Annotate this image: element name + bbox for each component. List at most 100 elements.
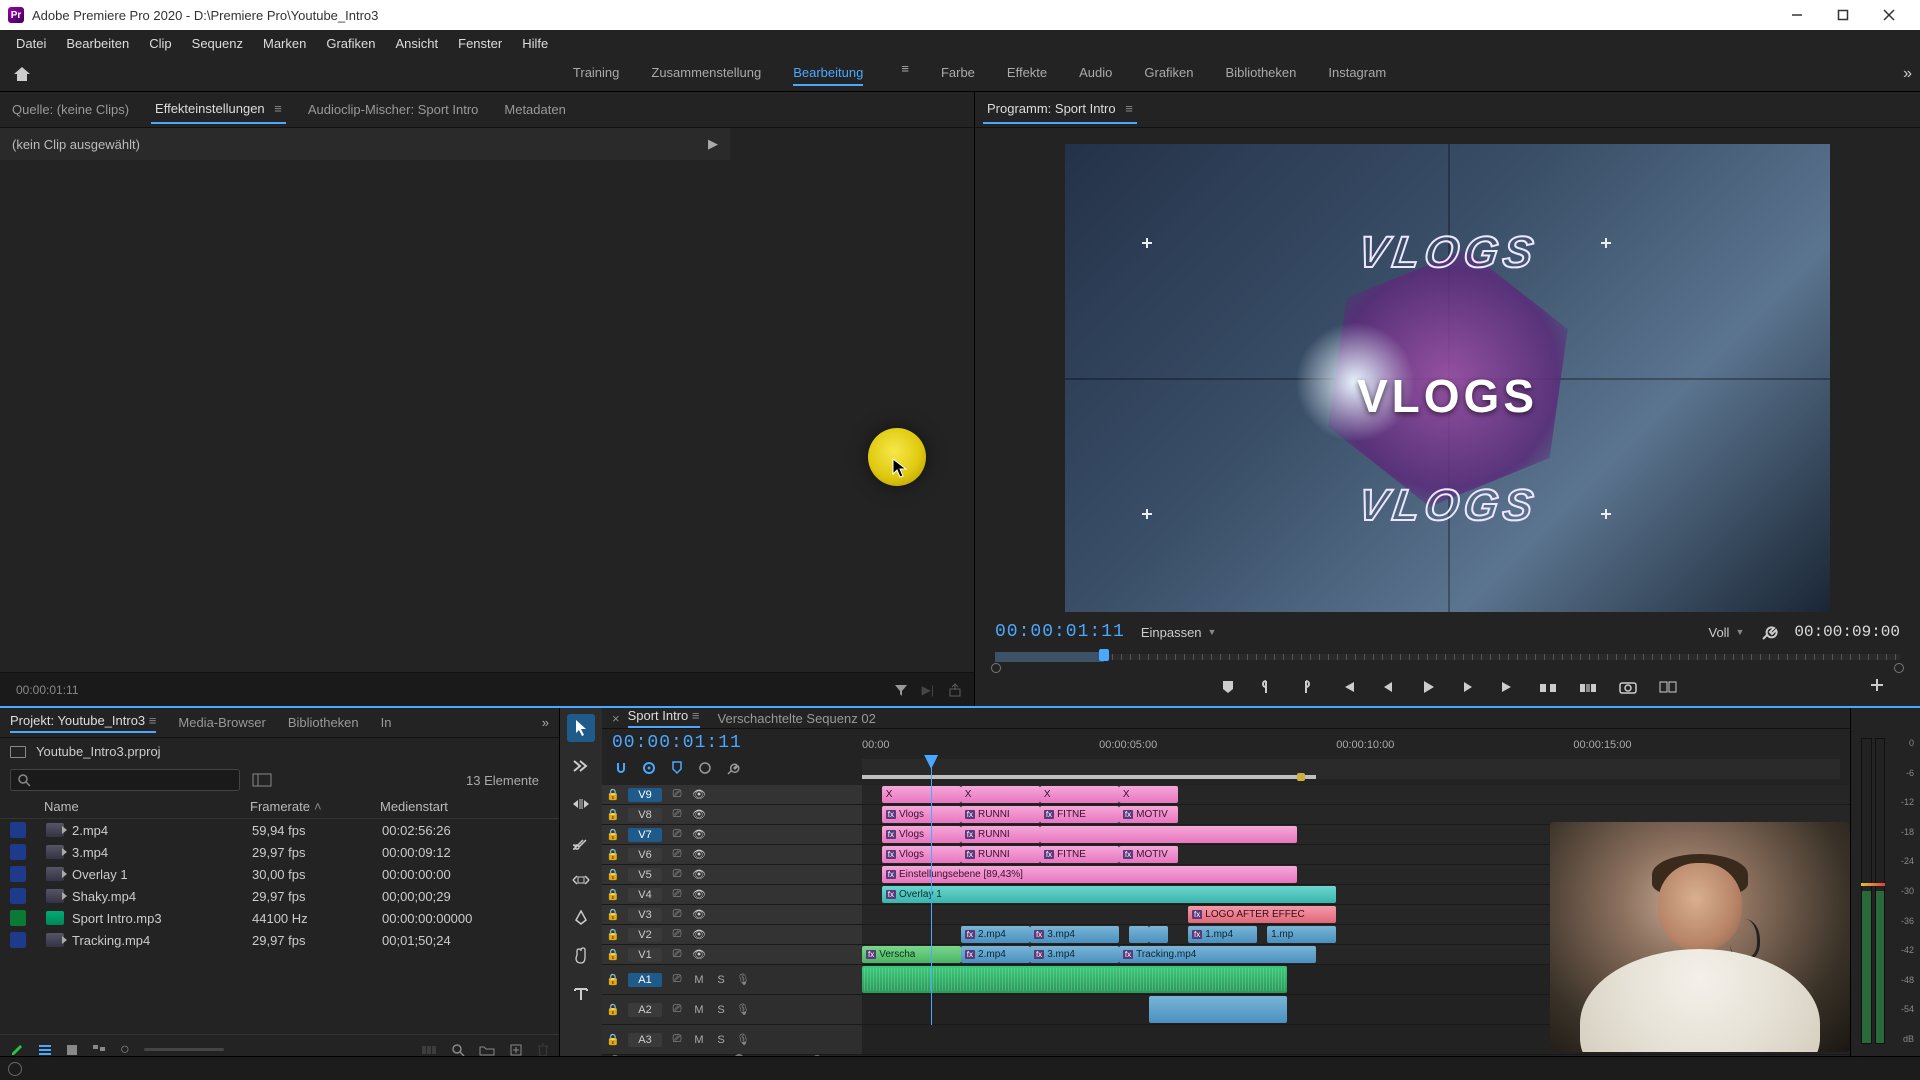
track-label[interactable]: V1 (628, 948, 662, 962)
work-area-end-handle[interactable] (1297, 773, 1305, 781)
workspace-training[interactable]: Training (573, 61, 619, 86)
tab-media-browser[interactable]: Media-Browser (178, 715, 265, 730)
sync-lock-icon[interactable]: ⎚ (666, 868, 688, 881)
timeline-clip[interactable]: fxTracking.mp4 (1119, 946, 1317, 963)
timeline-clip[interactable]: fxVlogs (882, 806, 961, 823)
track-label[interactable]: V9 (628, 788, 662, 802)
voiceover-mic-icon[interactable]: 🎙 (732, 1003, 754, 1016)
sync-lock-icon[interactable]: ⎚ (666, 1033, 688, 1046)
track-select-tool-icon[interactable] (567, 752, 595, 780)
video-track-header[interactable]: 🔒 V1 ⎚ 👁 (602, 945, 862, 965)
mark-in-button[interactable] (1257, 676, 1279, 698)
menu-bearbeiten[interactable]: Bearbeiten (56, 33, 139, 54)
toggle-track-output-icon[interactable]: 👁 (688, 808, 710, 821)
column-mediastart[interactable]: Medienstart (380, 799, 549, 814)
settings-wrench-icon[interactable] (1760, 623, 1778, 641)
project-item-row[interactable]: Sport Intro.mp3 44100 Hz 00:00:00:00000 (0, 907, 559, 929)
project-item-row[interactable]: Overlay 1 30,00 fps 00:00:00:00 (0, 863, 559, 885)
timeline-clip[interactable]: X (1119, 786, 1178, 803)
workspace-bibliotheken[interactable]: Bibliotheken (1226, 61, 1297, 86)
timeline-clip[interactable]: X (1040, 786, 1119, 803)
go-to-out-button[interactable] (1497, 676, 1519, 698)
timeline-clip[interactable]: fx2.mp4 (961, 926, 1030, 943)
maximize-button[interactable] (1820, 0, 1866, 30)
timeline-clip[interactable]: X (882, 786, 961, 803)
minimize-button[interactable] (1774, 0, 1820, 30)
timeline-clip[interactable]: fxRUNNI (961, 826, 1040, 843)
find-icon[interactable] (451, 1043, 465, 1057)
sync-lock-icon[interactable]: ⎚ (666, 973, 688, 986)
timeline-clip[interactable]: fxVlogs (882, 826, 961, 843)
sync-lock-icon[interactable]: ⎚ (666, 888, 688, 901)
lock-icon[interactable]: 🔒 (602, 908, 624, 921)
sync-lock-icon[interactable]: ⎚ (666, 928, 688, 941)
timeline-clip[interactable]: fxMOTIV (1119, 806, 1178, 823)
timeline-clip[interactable]: fx2.mp4 (961, 946, 1030, 963)
lock-icon[interactable]: 🔒 (602, 1003, 624, 1016)
extract-button[interactable] (1577, 676, 1599, 698)
sync-lock-icon[interactable]: ⎚ (666, 1003, 688, 1016)
workspace-effekte[interactable]: Effekte (1007, 61, 1047, 86)
column-name[interactable]: Name (10, 799, 250, 814)
toggle-track-output-icon[interactable]: 👁 (688, 868, 710, 881)
tab-project[interactable]: Projekt: Youtube_Intro3 ≡ (10, 713, 156, 733)
timeline-wrench-icon[interactable] (724, 759, 742, 777)
timeline-clip[interactable]: fxOverlay 1 (882, 886, 1336, 903)
tab-program[interactable]: Programm: Sport Intro ≡ (983, 95, 1137, 124)
program-timecode-current[interactable]: 00:00:01:11 (995, 622, 1125, 642)
quality-dropdown[interactable]: Voll▼ (1708, 625, 1744, 640)
menu-hilfe[interactable]: Hilfe (512, 33, 558, 54)
expand-icon[interactable]: ▶ (708, 136, 718, 152)
comparison-view-button[interactable] (1657, 676, 1679, 698)
timeline-clip[interactable] (1149, 926, 1169, 943)
menu-marken[interactable]: Marken (253, 33, 316, 54)
pencil-icon[interactable] (10, 1043, 24, 1057)
project-item-row[interactable]: 2.mp4 59,94 fps 00:02:56:26 (0, 819, 559, 841)
track-label[interactable]: A2 (628, 1003, 662, 1017)
project-tabs-overflow-icon[interactable]: » (542, 715, 549, 730)
icon-view-icon[interactable] (66, 1044, 78, 1056)
toggle-track-output-icon[interactable]: 👁 (688, 848, 710, 861)
play-button[interactable] (1417, 676, 1439, 698)
timeline-settings-icon[interactable] (696, 759, 714, 777)
track-label[interactable]: V2 (628, 928, 662, 942)
ripple-edit-tool-icon[interactable] (567, 790, 595, 818)
step-back-button[interactable] (1377, 676, 1399, 698)
tab-sequence-sport-intro[interactable]: Sport Intro ≡ (628, 708, 700, 728)
timeline-clip[interactable]: fxEinstellungsebene [89,43%] (882, 866, 1297, 883)
close-sequence-icon[interactable]: × (612, 711, 620, 726)
audio-track-header[interactable]: 🔒 A2 ⎚ M S 🎙 (602, 995, 862, 1025)
timeline-clip[interactable]: fxVlogs (882, 846, 961, 863)
menu-datei[interactable]: Datei (6, 33, 56, 54)
trash-icon[interactable] (537, 1043, 549, 1057)
toggle-track-output-icon[interactable]: 👁 (688, 908, 710, 921)
snap-icon[interactable] (612, 759, 630, 777)
tab-source[interactable]: Quelle: (keine Clips) (8, 96, 133, 123)
workspace-overflow-icon[interactable]: » (1903, 65, 1912, 83)
timeline-clip[interactable]: fxRUNNI (961, 806, 1040, 823)
timeline-clip[interactable]: fx1.mp4 (1188, 926, 1257, 943)
solo-button[interactable]: S (710, 1004, 732, 1016)
video-track-header[interactable]: 🔒 V5 ⎚ 👁 (602, 865, 862, 885)
tab-sequence-nested[interactable]: Verschachtelte Sequenz 02 (718, 711, 876, 726)
lock-icon[interactable]: 🔒 (602, 868, 624, 881)
project-item-row[interactable]: 3.mp4 29,97 fps 00:00:09:12 (0, 841, 559, 863)
razor-tool-icon[interactable] (567, 828, 595, 856)
timeline-clip[interactable]: fxFITNE (1040, 846, 1119, 863)
timeline-panel-menu-icon[interactable]: ≡ (692, 708, 700, 723)
timeline-clip[interactable] (862, 966, 1287, 993)
solo-button[interactable]: S (710, 1034, 732, 1046)
track-label[interactable]: A3 (628, 1033, 662, 1047)
zoom-slider[interactable] (144, 1048, 224, 1051)
lock-icon[interactable]: 🔒 (602, 1033, 624, 1046)
close-button[interactable] (1866, 0, 1912, 30)
track-label[interactable]: V7 (628, 828, 662, 842)
program-panel-menu-icon[interactable]: ≡ (1122, 101, 1133, 116)
toggle-track-output-icon[interactable]: 👁 (688, 888, 710, 901)
video-track-header[interactable]: 🔒 V7 ⎚ 👁 (602, 825, 862, 845)
voiceover-mic-icon[interactable]: 🎙 (732, 973, 754, 986)
voiceover-mic-icon[interactable]: 🎙 (732, 1033, 754, 1046)
mute-button[interactable]: M (688, 974, 710, 986)
video-track-header[interactable]: 🔒 V9 ⎚ 👁 (602, 785, 862, 805)
workspace-instagram[interactable]: Instagram (1328, 61, 1386, 86)
